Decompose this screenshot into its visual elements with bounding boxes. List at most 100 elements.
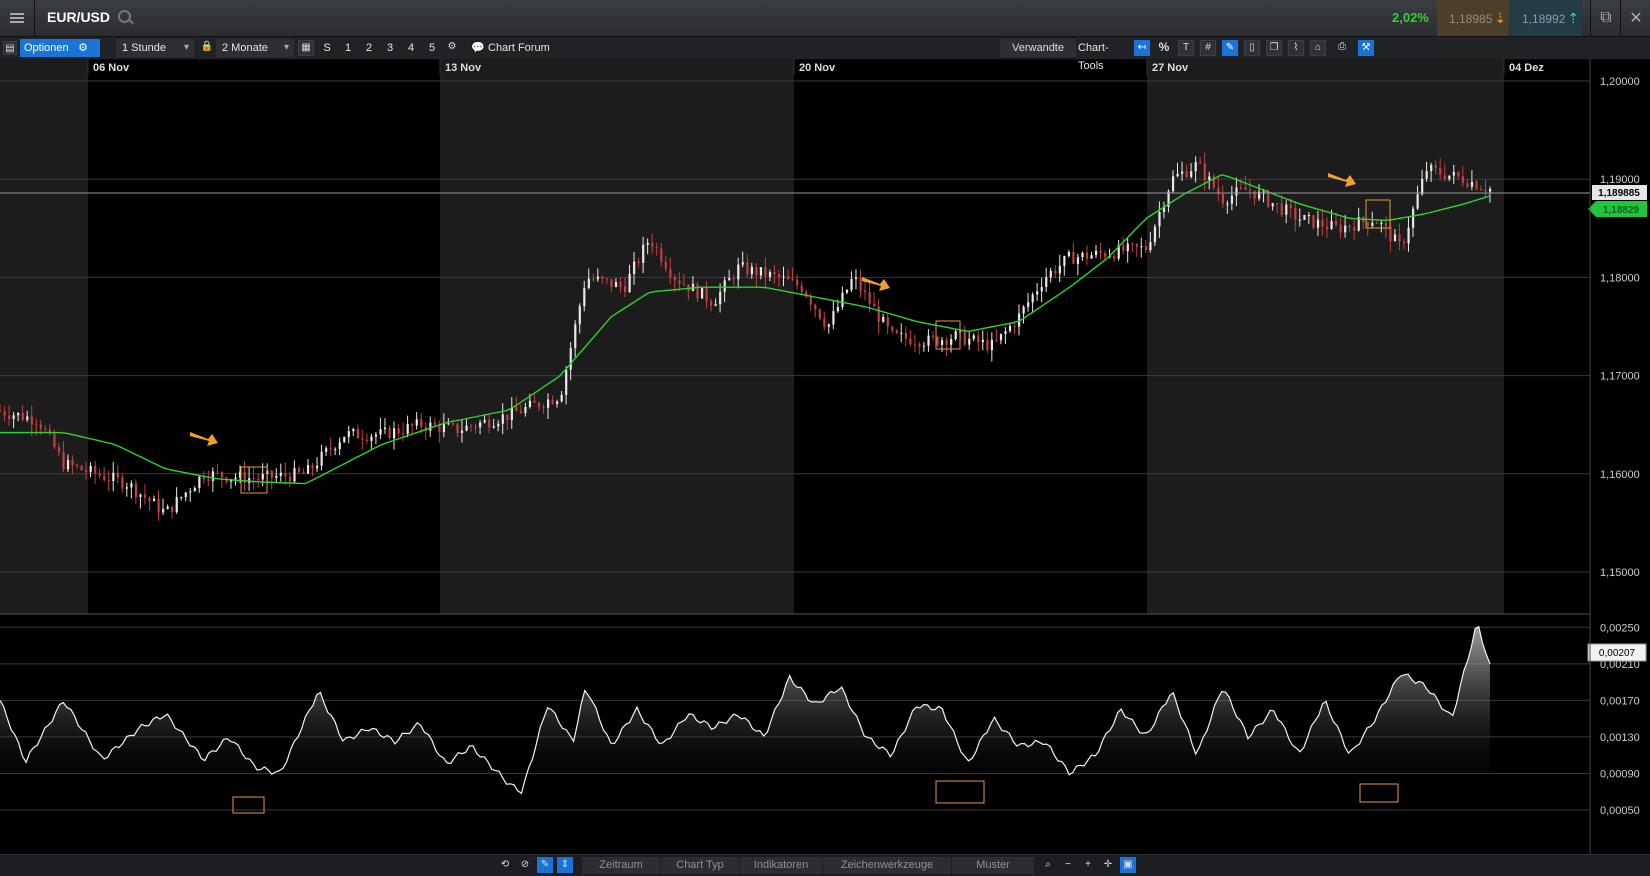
candle-body bbox=[895, 330, 898, 333]
candle-body bbox=[560, 394, 563, 402]
zoom-in-icon[interactable]: + bbox=[1080, 857, 1096, 873]
candle-body bbox=[537, 402, 541, 407]
pencil-icon[interactable]: ✎ bbox=[537, 857, 553, 873]
percent-icon[interactable]: % bbox=[1156, 40, 1172, 56]
candle-body bbox=[1316, 219, 1320, 228]
candle-body bbox=[904, 332, 907, 339]
tab-muster[interactable]: Muster bbox=[952, 857, 1035, 874]
candle-icon[interactable]: ▯ bbox=[1244, 40, 1260, 56]
candle-body bbox=[116, 472, 119, 478]
grid-icon[interactable]: # bbox=[1200, 40, 1216, 56]
candle-body bbox=[977, 335, 980, 343]
candle-body bbox=[1402, 241, 1406, 244]
candle-body bbox=[1036, 291, 1039, 295]
quick-range-2[interactable]: 2 bbox=[360, 39, 378, 57]
candle-body bbox=[152, 498, 156, 502]
candle-body bbox=[1335, 221, 1338, 225]
indicator-icon[interactable]: ⌇ bbox=[1288, 40, 1304, 56]
candle-body bbox=[524, 406, 527, 414]
chart-tool-back-icon[interactable]: ↤ bbox=[1134, 40, 1150, 56]
candle-body bbox=[1181, 171, 1184, 174]
clear-icon[interactable]: ⊘ bbox=[517, 857, 533, 873]
candle-body bbox=[1267, 191, 1270, 207]
candle-body bbox=[1289, 204, 1292, 209]
candle-body bbox=[288, 476, 292, 482]
candle-body bbox=[1094, 250, 1098, 256]
quick-range-1[interactable]: 1 bbox=[339, 39, 357, 57]
quick-range-5[interactable]: 5 bbox=[423, 39, 441, 57]
candle-body bbox=[1113, 255, 1116, 259]
candle-body bbox=[456, 423, 459, 433]
candle-body bbox=[193, 488, 196, 492]
tag-icon[interactable]: ⌂ bbox=[1310, 40, 1326, 56]
options-button[interactable]: Optionen ⚙ bbox=[20, 39, 100, 57]
chart-forum-button[interactable]: 💬 Chart Forum bbox=[466, 39, 586, 57]
tab-zeichenwerkzeuge[interactable]: Zeichenwerkzeuge bbox=[823, 857, 952, 874]
bottom-bar: ⟲ ⊘ ✎ ⇕ Zeitraum Chart Typ Indikatoren Z… bbox=[0, 854, 1650, 876]
top-bar: EUR/USD 2,02% 1,18985 ⇣ 1,18992 ⇡ ⧉ ✕ bbox=[0, 0, 1650, 37]
tools-icon[interactable]: ⚒ bbox=[1358, 40, 1374, 56]
candle-body bbox=[1085, 252, 1089, 259]
tab-chart-typ[interactable]: Chart Typ bbox=[661, 857, 740, 874]
related-button[interactable]: Verwandte bbox=[1000, 39, 1076, 57]
text-size-icon[interactable]: T bbox=[1178, 40, 1194, 56]
hamburger-menu-icon[interactable] bbox=[0, 0, 35, 36]
ma-value-tag: 1,18829 bbox=[1588, 201, 1647, 217]
candle-body bbox=[306, 465, 310, 474]
settings-gear-icon[interactable]: ⚙ bbox=[444, 40, 460, 56]
fit-icon[interactable]: ▣ bbox=[1120, 857, 1136, 873]
candle-body bbox=[1421, 178, 1424, 195]
candle-body bbox=[1221, 194, 1224, 204]
quick-range-4[interactable]: 4 bbox=[402, 39, 420, 57]
candle-body bbox=[184, 492, 187, 498]
sidebar-toggle-icon[interactable]: ▤ bbox=[3, 41, 17, 55]
candle-body bbox=[393, 428, 396, 439]
candle-body bbox=[737, 264, 740, 280]
candle-body bbox=[207, 479, 210, 481]
candle-body bbox=[35, 424, 38, 426]
candle-body bbox=[651, 242, 654, 247]
oscillator-tick-label: 0,00050 bbox=[1600, 805, 1640, 817]
candle-body bbox=[1312, 215, 1315, 228]
calendar-icon[interactable]: ▦ bbox=[298, 40, 314, 56]
candle-body bbox=[343, 436, 346, 443]
candle-body bbox=[216, 471, 219, 473]
sell-price-button[interactable]: 1,18985 ⇣ bbox=[1437, 0, 1509, 36]
arrow-icon bbox=[190, 432, 218, 446]
candle-body bbox=[546, 399, 550, 408]
buy-price-button[interactable]: 1,18992 ⇡ bbox=[1510, 0, 1582, 36]
print-icon[interactable]: ⎙ bbox=[1334, 40, 1350, 56]
candle-body bbox=[1203, 163, 1206, 181]
tab-indikatoren[interactable]: Indikatoren bbox=[740, 857, 823, 874]
layers-icon[interactable]: ❐ bbox=[1266, 40, 1282, 56]
candle-body bbox=[62, 451, 65, 470]
candle-body bbox=[764, 267, 767, 278]
candle-body bbox=[1230, 195, 1234, 204]
lock-icon[interactable]: 🔒 bbox=[199, 40, 215, 56]
popout-window-icon[interactable]: ⧉ bbox=[1590, 0, 1621, 36]
search-icon[interactable] bbox=[118, 10, 131, 23]
candle-body bbox=[107, 480, 110, 482]
candle-body bbox=[302, 472, 305, 474]
crosshair-icon[interactable]: ✛ bbox=[1100, 857, 1116, 873]
zoom-search-icon[interactable]: ⌕ bbox=[1040, 857, 1056, 873]
candle-body bbox=[1380, 222, 1383, 224]
quick-range-s[interactable]: S bbox=[318, 39, 336, 57]
draw-tool-icon[interactable]: ✎ bbox=[1222, 40, 1238, 56]
candle-body bbox=[406, 423, 409, 434]
range-select[interactable]: 2 Monate bbox=[216, 39, 294, 57]
candle-body bbox=[1194, 162, 1197, 172]
zoom-out-icon[interactable]: − bbox=[1060, 857, 1076, 873]
chart-toolbar: ▤ Optionen⚙ 1 Stunde 🔒 2 Monate ▦ S 1 2 … bbox=[0, 37, 1650, 72]
candle-body bbox=[1140, 246, 1143, 248]
close-icon[interactable]: ✕ bbox=[1620, 0, 1650, 36]
refresh-icon[interactable]: ⟲ bbox=[497, 857, 513, 873]
chart-area[interactable]: 06 Nov 13 Nov 20 Nov 27 Nov 04 Dez 1,20000 1,… bbox=[0, 59, 1650, 854]
candle-body bbox=[909, 338, 912, 345]
candle-body bbox=[1248, 189, 1252, 191]
candle-body bbox=[950, 339, 953, 345]
tab-zeitraum[interactable]: Zeitraum bbox=[582, 857, 661, 874]
quick-range-3[interactable]: 3 bbox=[381, 39, 399, 57]
scroll-icon[interactable]: ⇕ bbox=[557, 857, 573, 873]
interval-select[interactable]: 1 Stunde bbox=[116, 39, 194, 57]
